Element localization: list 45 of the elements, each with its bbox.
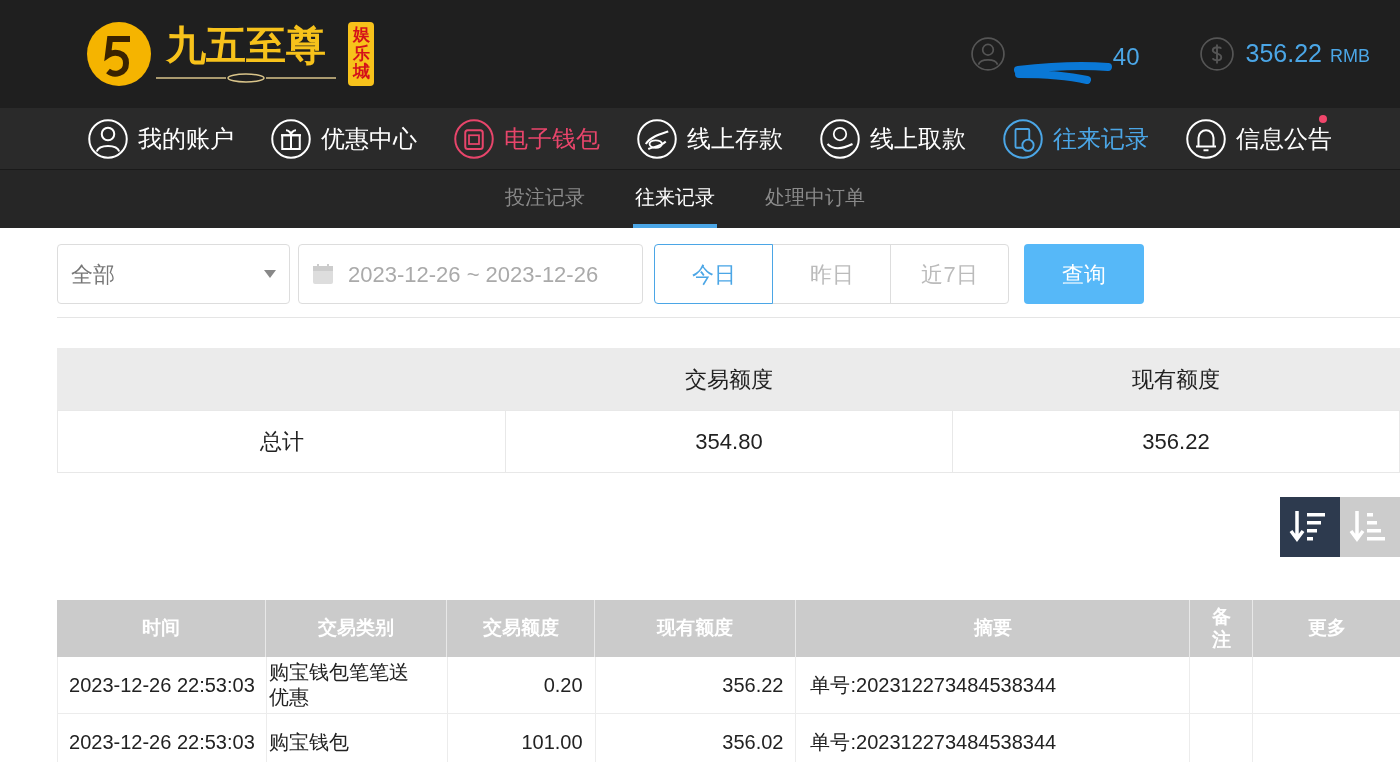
clipboard-clock-icon xyxy=(1003,118,1043,159)
logo-badge: 娱乐城 xyxy=(348,21,374,87)
table-cell: 356.22 xyxy=(952,411,1399,472)
gift-icon xyxy=(271,118,311,159)
balance: 356.22 xyxy=(1245,38,1322,70)
currency: RMB xyxy=(1330,44,1370,68)
bell-icon xyxy=(1186,118,1226,159)
ornament-icon xyxy=(156,73,336,83)
subtab[interactable]: 处理中订单 xyxy=(763,170,867,228)
user-icon xyxy=(88,118,128,159)
subtab[interactable]: 往来记录 xyxy=(633,170,717,228)
nav-item[interactable]: 信息公告 xyxy=(1186,118,1369,159)
date-range-field[interactable]: 2023-12-26 ~ 2023-12-26 xyxy=(298,244,643,304)
logo-text: 九五至尊 xyxy=(166,25,326,65)
dollar-icon xyxy=(1199,37,1234,71)
nav-item[interactable]: 线上存款 xyxy=(637,118,820,159)
nav-item[interactable]: 优惠中心 xyxy=(271,118,454,159)
table-cell: 2023-12-26 22:53:03 xyxy=(69,672,255,698)
user-icon xyxy=(970,37,1005,71)
table-cell: 354.80 xyxy=(505,411,952,472)
nav-item[interactable]: 线上取款 xyxy=(820,118,1003,159)
wallet-icon xyxy=(454,118,494,159)
table-cell: 101.00 xyxy=(521,729,583,755)
username: 40 xyxy=(1112,42,1140,72)
type-select[interactable]: 全部 xyxy=(57,244,290,304)
table-cell: 购宝钱包 xyxy=(268,729,349,755)
logo-icon xyxy=(86,21,152,87)
table-cell: 单号:202312273484538344 xyxy=(810,672,1057,698)
table-cell-text: 总计 xyxy=(258,428,305,456)
column-header: 现有额度 xyxy=(1131,365,1222,394)
table-cell: 356.02 xyxy=(722,729,784,755)
table-cell: 2023-12-26 22:53:03 xyxy=(69,729,255,755)
nav-item[interactable]: 我的账户 xyxy=(88,118,271,159)
sort-button[interactable] xyxy=(1280,497,1340,557)
table-cell: 0.20 xyxy=(543,672,583,698)
calendar-icon xyxy=(312,263,334,285)
nav-item[interactable]: 往来记录 xyxy=(1003,118,1186,159)
column-header: 交易额度 xyxy=(683,365,774,394)
nav-item[interactable]: 电子钱包 xyxy=(454,118,637,159)
subtab[interactable]: 投注记录 xyxy=(503,170,587,228)
table-cell-text: 购宝钱包笔笔送优惠 xyxy=(268,660,410,710)
caret-icon xyxy=(264,270,276,278)
quick-date-button[interactable]: 今日 xyxy=(654,244,773,304)
table-cell: 356.22 xyxy=(722,672,784,698)
table-cell: 单号:202312273484538344 xyxy=(810,729,1057,755)
